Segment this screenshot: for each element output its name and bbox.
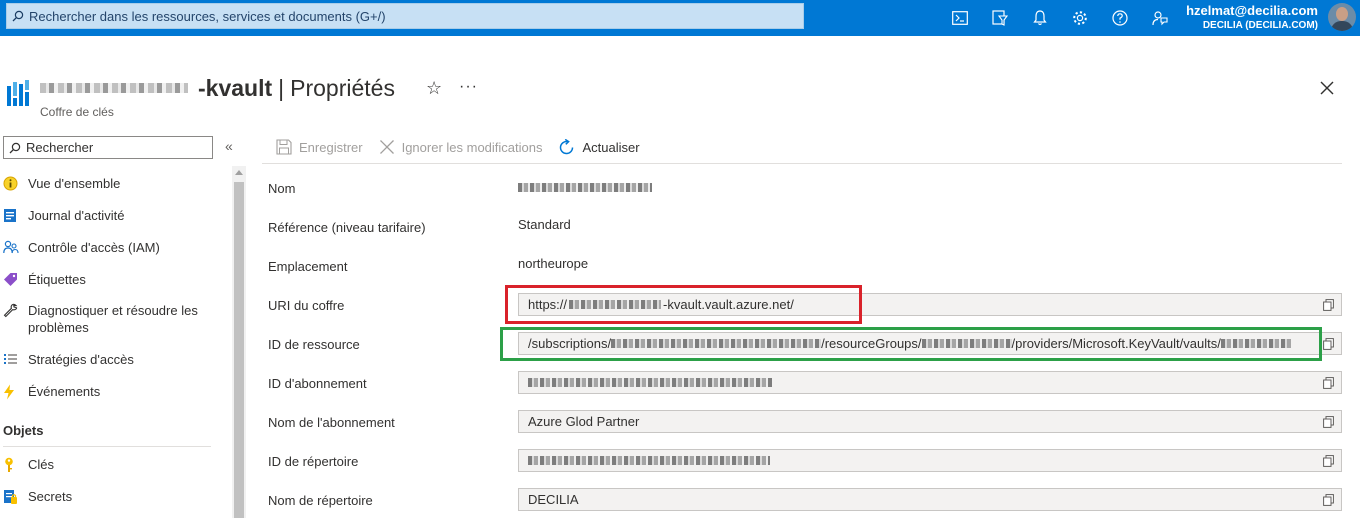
favorite-star-icon[interactable]: ☆	[426, 78, 442, 99]
resource-id-highlight	[500, 327, 1322, 361]
collapse-sidebar-icon[interactable]: «	[225, 138, 233, 154]
redacted-resource-name	[40, 83, 188, 93]
save-button[interactable]: Enregistrer	[276, 139, 363, 155]
sku-label: Référence (niveau tarifaire)	[268, 220, 426, 235]
key-vault-icon	[7, 80, 29, 106]
sidebar-scrollbar[interactable]	[232, 166, 246, 518]
directory-id-label: ID de répertoire	[268, 454, 359, 469]
account-menu[interactable]: hzelmat@decilia.com DECILIA (DECILIA.COM…	[1186, 3, 1318, 33]
subscription-name-value: Azure Glod Partner	[528, 414, 640, 429]
subscription-id-label: ID d'abonnement	[268, 376, 367, 391]
discard-label: Ignorer les modifications	[401, 139, 543, 155]
events-icon	[3, 383, 28, 400]
refresh-label: Actualiser	[582, 139, 640, 155]
copy-icon[interactable]	[1315, 372, 1341, 393]
user-tenant: DECILIA (DECILIA.COM)	[1202, 20, 1318, 31]
sidebar-item-secrets[interactable]: Secrets	[3, 488, 228, 518]
resource-type: Coffre de clés	[40, 105, 114, 119]
feedback-icon[interactable]	[1140, 0, 1180, 36]
sidebar-item-iam[interactable]: Contrôle d'accès (IAM)	[3, 239, 228, 269]
refresh-button[interactable]: Actualiser	[558, 138, 640, 156]
location-value: northeurope	[518, 256, 589, 271]
sidebar-item-tags[interactable]: Étiquettes	[3, 271, 228, 301]
discard-button[interactable]: Ignorer les modifications	[379, 139, 543, 155]
command-bar: Enregistrer Ignorer les modifications Ac…	[276, 137, 656, 157]
location-label: Emplacement	[268, 259, 348, 274]
directory-name-value: DECILIA	[528, 492, 579, 507]
toolbar-divider	[262, 163, 1342, 164]
vault-uri-label: URI du coffre	[268, 298, 345, 313]
save-icon	[276, 139, 292, 155]
sidebar-item-events[interactable]: Événements	[3, 383, 228, 413]
sidebar-item-access-policies[interactable]: Stratégies d'accès	[3, 351, 228, 381]
activity-log-icon	[3, 207, 28, 223]
search-icon	[7, 10, 29, 22]
key-icon	[3, 456, 28, 473]
copy-icon[interactable]	[1315, 411, 1341, 432]
settings-icon[interactable]	[1060, 0, 1100, 36]
help-icon[interactable]	[1100, 0, 1140, 36]
subscription-id-redacted	[528, 378, 772, 387]
directory-name-label: Nom de répertoire	[268, 493, 373, 508]
page-title: -kvault | Propriétés	[40, 74, 395, 102]
more-options-icon[interactable]: ···	[459, 78, 478, 96]
overview-icon	[3, 175, 28, 191]
name-value-redacted	[518, 180, 652, 195]
directory-id-redacted	[528, 456, 770, 465]
sku-value: Standard	[518, 217, 571, 232]
copy-icon[interactable]	[1315, 489, 1341, 510]
save-label: Enregistrer	[299, 139, 363, 155]
title-separator: |	[278, 75, 285, 101]
directory-filter-icon[interactable]	[980, 0, 1020, 36]
sidebar-search-input[interactable]	[26, 140, 206, 155]
sidebar-search[interactable]	[3, 136, 213, 159]
directory-name-field[interactable]: DECILIA	[518, 488, 1342, 511]
sidebar-item-activity-log[interactable]: Journal d'activité	[3, 207, 228, 237]
sidebar-item-diagnose[interactable]: Diagnostiquer et résoudre les problèmes	[3, 302, 228, 342]
notifications-icon[interactable]	[1020, 0, 1060, 36]
secrets-icon	[3, 488, 28, 505]
cloud-shell-icon[interactable]	[940, 0, 980, 36]
close-icon[interactable]	[1317, 78, 1337, 98]
page-name: Propriétés	[290, 75, 395, 101]
sidebar-item-overview[interactable]: Vue d'ensemble	[3, 175, 228, 205]
wrench-icon	[3, 302, 28, 318]
discard-icon	[379, 139, 395, 155]
access-policies-icon	[3, 351, 28, 366]
avatar[interactable]	[1328, 3, 1356, 31]
resource-name: -kvault	[198, 75, 273, 101]
sidebar-section-objects: Objets	[3, 423, 44, 438]
vault-uri-highlight	[505, 285, 862, 324]
refresh-icon	[558, 138, 575, 156]
resource-id-label: ID de ressource	[268, 337, 360, 352]
directory-id-field[interactable]	[518, 449, 1342, 472]
subscription-name-label: Nom de l'abonnement	[268, 415, 395, 430]
sidebar-divider	[3, 446, 211, 447]
subscription-id-field[interactable]	[518, 371, 1342, 394]
sidebar-item-keys[interactable]: Clés	[3, 456, 228, 486]
global-search[interactable]	[6, 3, 804, 29]
iam-icon	[3, 239, 28, 255]
tag-icon	[3, 271, 28, 287]
name-label: Nom	[268, 181, 296, 196]
global-search-input[interactable]	[29, 8, 769, 24]
top-bar: hzelmat@decilia.com DECILIA (DECILIA.COM…	[0, 0, 1360, 36]
copy-icon[interactable]	[1315, 450, 1341, 471]
user-email: hzelmat@decilia.com	[1186, 3, 1318, 18]
copy-icon[interactable]	[1315, 294, 1341, 315]
search-icon	[4, 142, 26, 154]
subscription-name-field[interactable]: Azure Glod Partner	[518, 410, 1342, 433]
